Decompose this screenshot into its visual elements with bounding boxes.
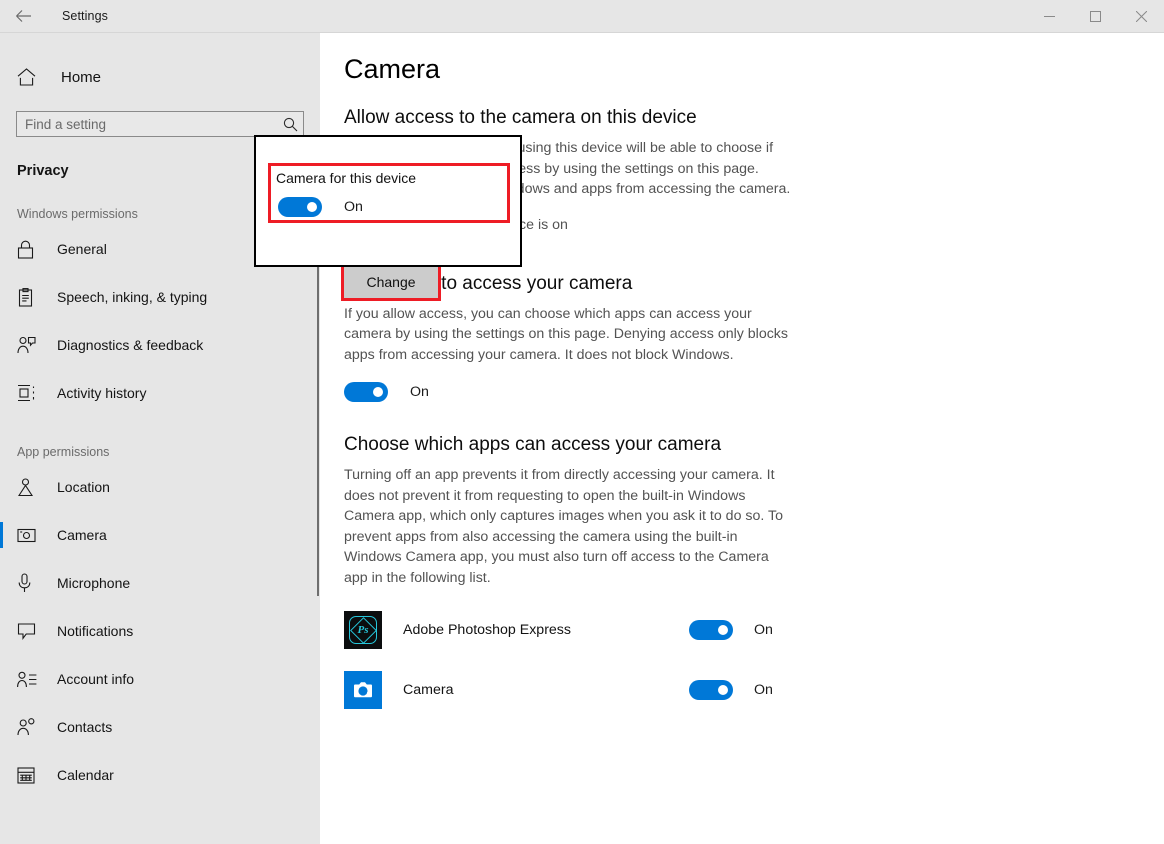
app-toggle-camera[interactable] — [689, 680, 733, 700]
location-pin-icon — [17, 477, 41, 497]
change-button-wrapper: Change — [341, 263, 441, 301]
sidebar-item-label: Microphone — [57, 575, 131, 591]
microphone-icon — [17, 573, 41, 593]
camera-device-toggle[interactable] — [278, 197, 322, 217]
account-info-icon — [17, 671, 41, 688]
device-access-heading: Allow access to the camera on this devic… — [344, 107, 697, 128]
photoshop-express-icon: Ps — [344, 611, 382, 649]
sidebar-item-calendar[interactable]: Calendar — [0, 751, 320, 799]
app-name: Camera — [403, 682, 454, 698]
activity-history-icon — [17, 384, 41, 402]
sidebar-item-label: Activity history — [57, 385, 147, 401]
clipboard-pen-icon — [17, 287, 41, 307]
sidebar-item-label: Contacts — [57, 719, 113, 735]
back-arrow-icon[interactable] — [0, 0, 46, 32]
window-title: Settings — [62, 9, 108, 23]
change-button[interactable]: Change — [341, 263, 441, 301]
sidebar-item-diagnostics-feedback[interactable]: Diagnostics & feedback — [0, 321, 320, 369]
sidebar-item-home[interactable]: Home — [0, 57, 320, 97]
sidebar-item-notifications[interactable]: Notifications — [0, 607, 320, 655]
maximize-icon[interactable] — [1072, 0, 1118, 32]
flyout-toggle-row: On — [278, 197, 363, 217]
flyout-label: Camera for this device — [276, 170, 417, 186]
apps-access-toggle[interactable] — [344, 382, 388, 402]
sidebar-item-label: General — [57, 241, 107, 257]
sidebar-item-microphone[interactable]: Microphone — [0, 559, 320, 607]
app-toggle-photoshop[interactable] — [689, 620, 733, 640]
choose-apps-heading: Choose which apps can access your camera — [344, 434, 722, 455]
apps-access-toggle-state: On — [410, 384, 429, 400]
calendar-icon — [17, 766, 41, 784]
camera-app-icon — [344, 671, 382, 709]
sidebar-item-label: Camera — [57, 527, 107, 543]
close-icon[interactable] — [1118, 0, 1164, 32]
sidebar-item-label: Notifications — [57, 623, 134, 639]
sidebar-group-label-app-permissions: App permissions — [17, 445, 110, 459]
app-list-item-camera: Camera On — [344, 660, 784, 720]
sidebar-item-camera[interactable]: Camera — [0, 511, 320, 559]
camera-device-toggle-state: On — [344, 199, 363, 215]
notification-icon — [17, 622, 41, 640]
toggle-knob — [373, 387, 383, 397]
page-title: Camera — [344, 54, 441, 84]
apps-access-body: If you allow access, you can choose whic… — [344, 305, 788, 363]
sidebar-item-label: Account info — [57, 671, 135, 687]
contacts-icon — [17, 718, 41, 736]
search-input[interactable] — [16, 111, 304, 137]
sidebar-item-label: Location — [57, 479, 110, 495]
sidebar-item-contacts[interactable]: Contacts — [0, 703, 320, 751]
camera-icon — [17, 527, 41, 543]
minimize-icon[interactable] — [1026, 0, 1072, 32]
toggle-knob — [307, 202, 317, 212]
camera-device-flyout: Camera for this device On — [254, 135, 522, 267]
app-toggle-state: On — [754, 622, 773, 638]
sidebar-item-activity-history[interactable]: Activity history — [0, 369, 320, 417]
sidebar-item-label: Speech, inking, & typing — [57, 289, 208, 305]
sidebar-scrollbar-thumb[interactable] — [317, 264, 319, 596]
lock-icon — [17, 240, 41, 259]
toggle-knob — [718, 625, 728, 635]
sidebar-item-speech-inking-typing[interactable]: Speech, inking, & typing — [0, 273, 320, 321]
title-bar: Settings — [0, 0, 1164, 33]
app-list-item-photoshop: Ps Adobe Photoshop Express On — [344, 600, 784, 660]
search-icon[interactable] — [280, 114, 300, 134]
search-box[interactable] — [16, 111, 304, 137]
sidebar-item-location[interactable]: Location — [0, 463, 320, 511]
sidebar-item-label: Diagnostics & feedback — [57, 337, 204, 353]
apps-access-heading: Allow apps to access your camera — [344, 272, 633, 294]
apps-access-toggle-row: On — [344, 382, 1164, 402]
app-name: Adobe Photoshop Express — [403, 622, 571, 638]
sidebar-item-label: Calendar — [57, 767, 114, 783]
person-feedback-icon — [17, 336, 41, 354]
sidebar-item-account-info[interactable]: Account info — [0, 655, 320, 703]
choose-apps-body: Turning off an app prevents it from dire… — [344, 467, 783, 586]
home-icon — [17, 68, 47, 86]
app-toggle-state: On — [754, 682, 773, 698]
sidebar-home-label: Home — [61, 68, 102, 86]
toggle-knob — [718, 685, 728, 695]
window-controls — [1026, 0, 1164, 32]
